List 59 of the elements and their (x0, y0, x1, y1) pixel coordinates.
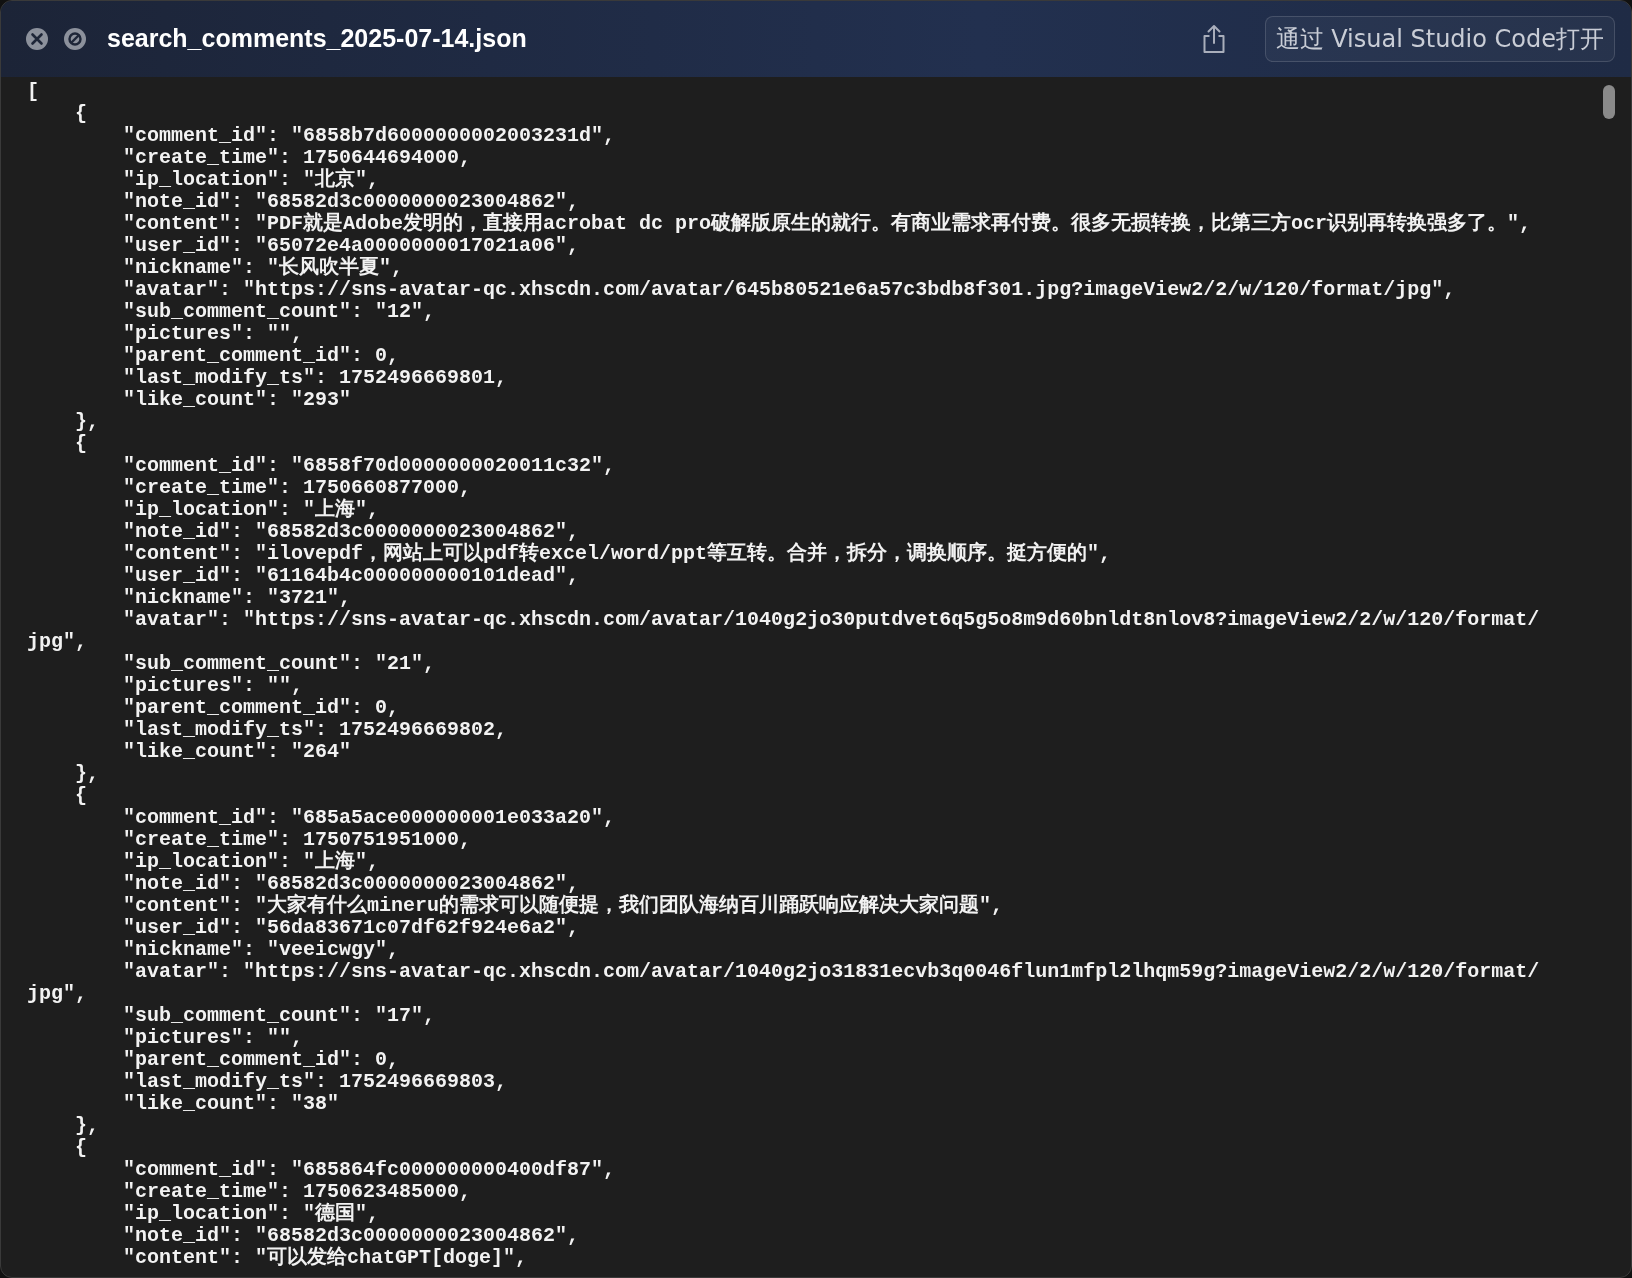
code-line: "content": "可以发给chatGPT[doge]", (122, 1247, 528, 1269)
code-line: "comment_id": "6858f70d0000000020011c32", (122, 455, 616, 477)
code-line: "avatar": "https://sns-avatar-qc.xhscdn.com/avatar/645b80521e6a57c3bdb8f301.jpg?imageView2/2/w/120/format/jpg", (122, 279, 1456, 301)
code-line: "user_id": "61164b4c000000000101dead", (122, 565, 580, 587)
code-line: "content": "PDF就是Adobe发明的，直接用acrobat dc pro破解版原生的就行。有商业需求再付费。很多无损转换，比第三方ocr识别再转换强多了。", (122, 213, 1532, 235)
code-line: "ip_location": "北京", (122, 169, 380, 191)
code-line: "comment_id": "685a5ace000000001e033a20", (122, 807, 616, 829)
code-line: }, (74, 1115, 99, 1137)
code-line: "comment_id": "685864fc000000000400df87", (122, 1159, 616, 1181)
code-line: [ (27, 81, 39, 103)
code-line: "like_count": "264" (122, 741, 352, 763)
code-line: "user_id": "56da83671c07df62f924e6a2", (122, 917, 580, 939)
code-line: "sub_comment_count": "17", (122, 1005, 436, 1027)
code-line: "nickname": "veeicwgy", (122, 939, 400, 961)
code-line: "content": "ilovepdf，网站上可以pdf转excel/word/ppt等互转。合并，拆分，调换顺序。挺方便的", (122, 543, 1112, 565)
code-line: "nickname": "长风吹半夏", (122, 257, 404, 279)
scrollbar-thumb[interactable] (1603, 85, 1615, 119)
code-line: "note_id": "68582d3c0000000023004862", (122, 1225, 580, 1247)
code-line: }, (74, 411, 99, 433)
code-line: "like_count": "293" (122, 389, 352, 411)
code-line: { (74, 433, 87, 455)
code-line: { (74, 785, 87, 807)
code-line: "note_id": "68582d3c0000000023004862", (122, 191, 580, 213)
code-line: "pictures": "", (122, 323, 304, 345)
code-line: "pictures": "", (122, 1027, 304, 1049)
code-line: "nickname": "3721", (122, 587, 352, 609)
code-line: "avatar": "https://sns-avatar-qc.xhscdn.com/avatar/1040g2jo30putdvet6q5g5o8m9d60bnldt8nlov8?imageView2/2/w/120/format/ (122, 609, 1540, 631)
code-line: "parent_comment_id": 0, (122, 345, 400, 367)
code-line: "note_id": "68582d3c0000000023004862", (122, 521, 580, 543)
code-line: "create_time": 1750623485000, (122, 1181, 472, 1203)
code-line: "create_time": 1750660877000, (122, 477, 472, 499)
code-line: "avatar": "https://sns-avatar-qc.xhscdn.com/avatar/1040g2jo31831ecvb3q0046flun1mfpl2lhqm59g?imageView2/2/w/120/format/ (122, 961, 1540, 983)
code-line: "parent_comment_id": 0, (122, 1049, 400, 1071)
code-line: "parent_comment_id": 0, (122, 697, 400, 719)
code-line: "ip_location": "上海", (122, 499, 380, 521)
code-line: jpg", (27, 983, 87, 1005)
code-line: "create_time": 1750644694000, (122, 147, 472, 169)
prohibited-icon[interactable] (63, 27, 87, 51)
code-line: "content": "大家有什么mineru的需求可以随便提，我们团队海纳百川踊跃响应解决大家问题", (122, 895, 1004, 917)
code-line: "last_modify_ts": 1752496669801, (122, 367, 508, 389)
code-line: "ip_location": "上海", (122, 851, 380, 873)
code-line: }, (74, 763, 99, 785)
open-with-button[interactable]: 通过 Visual Studio Code打开 (1264, 16, 1615, 62)
window-title: search_comments_2025-07-14.json (107, 23, 527, 55)
code-line: "ip_location": "德国", (122, 1203, 380, 1225)
code-line: "user_id": "65072e4a0000000017021a06", (122, 235, 580, 257)
close-icon[interactable] (25, 27, 49, 51)
code-line: jpg", (27, 631, 87, 653)
code-line: "comment_id": "6858b7d6000000002003231d", (122, 125, 616, 147)
code-line: "sub_comment_count": "12", (122, 301, 436, 323)
code-line: "last_modify_ts": 1752496669802, (122, 719, 508, 741)
code-line: "note_id": "68582d3c0000000023004862", (122, 873, 580, 895)
code-line: { (74, 1137, 87, 1159)
code-line: "pictures": "", (122, 675, 304, 697)
code-line: "like_count": "38" (122, 1093, 340, 1115)
code-line: "last_modify_ts": 1752496669803, (122, 1071, 508, 1093)
code-line: "create_time": 1750751951000, (122, 829, 472, 851)
code-line: "sub_comment_count": "21", (122, 653, 436, 675)
code-line: { (74, 103, 87, 125)
